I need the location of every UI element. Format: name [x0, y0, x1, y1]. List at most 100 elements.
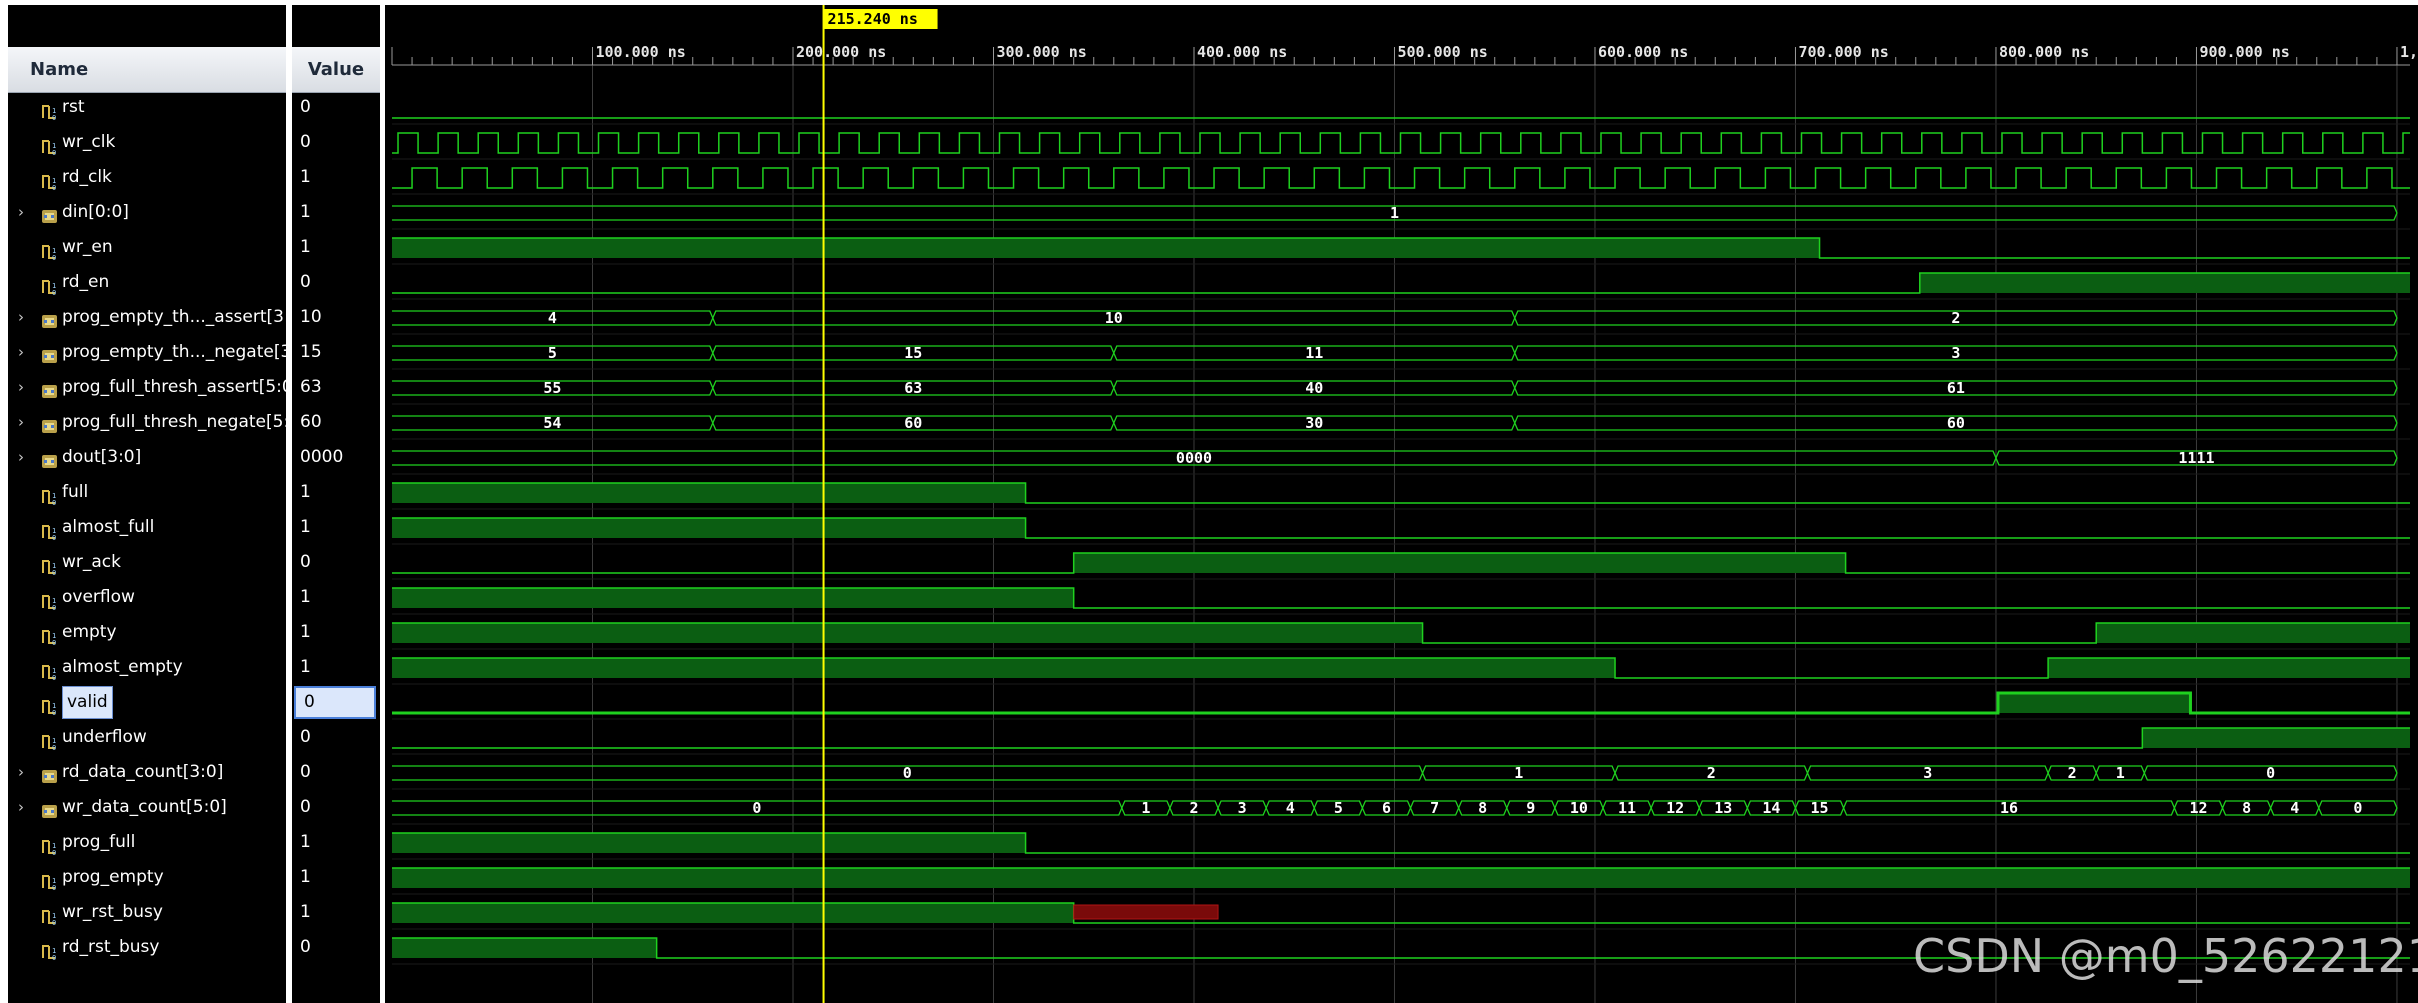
name-column-header[interactable]: Name — [8, 47, 286, 93]
signal-name[interactable]: wr_data_count[5:0] — [62, 790, 227, 825]
signal-name[interactable]: dout[3:0] — [62, 440, 141, 475]
expand-chevron-icon[interactable]: › — [18, 755, 24, 790]
signal-row[interactable]: 1 0 empty — [8, 615, 286, 650]
signal-row[interactable]: 1 0 valid — [8, 685, 286, 720]
signal-name[interactable]: prog_full — [62, 825, 135, 860]
signal-value[interactable]: 0 — [292, 755, 380, 790]
signal-value[interactable]: 0 — [292, 720, 380, 755]
signal-name[interactable]: valid — [62, 686, 113, 719]
signal-value[interactable]: 10 — [292, 300, 380, 335]
signal-name[interactable]: rst — [62, 90, 85, 125]
signal-name[interactable]: almost_full — [62, 510, 154, 545]
bus-value-label: 4 — [548, 309, 557, 327]
signal-name[interactable]: prog_full_thresh_assert[5:0] — [62, 370, 286, 405]
signal-value[interactable]: 63 — [292, 370, 380, 405]
waveform-canvas[interactable]: 100.000 ns 200.000 ns 300.000 ns 400.000 ns… — [385, 5, 2418, 1003]
signal-row[interactable]: 1 0 overflow — [8, 580, 286, 615]
signal-row[interactable]: 1 0 underflow — [8, 720, 286, 755]
signal-row[interactable]: 1 0 wr_rst_busy — [8, 895, 286, 930]
signal-value[interactable]: 60 — [292, 405, 380, 440]
signal-row[interactable]: 1 0 rd_en — [8, 265, 286, 300]
signal-value[interactable]: 1 — [292, 160, 380, 195]
signal-row[interactable]: 1 0 rd_clk — [8, 160, 286, 195]
signal-row[interactable]: 1 0 wr_ack — [8, 545, 286, 580]
signal-name[interactable]: rd_en — [62, 265, 109, 300]
bus-icon — [40, 764, 62, 783]
signal-row[interactable]: › din[0:0] — [8, 195, 286, 230]
expand-chevron-icon[interactable]: › — [18, 335, 24, 370]
signal-value[interactable]: 15 — [292, 335, 380, 370]
signal-name[interactable]: prog_empty — [62, 860, 164, 895]
expand-chevron-icon[interactable]: › — [18, 370, 24, 405]
signal-value[interactable]: 0 — [292, 545, 380, 580]
signal-value[interactable]: 0 — [294, 686, 376, 719]
signal-value[interactable]: 1 — [292, 230, 380, 265]
signal-row[interactable]: 1 0 prog_full — [8, 825, 286, 860]
signal-name[interactable]: underflow — [62, 720, 147, 755]
signal-name[interactable]: rd_clk — [62, 160, 112, 195]
signal-value[interactable]: 1 — [292, 895, 380, 930]
signal-row[interactable]: 1 0 almost_full — [8, 510, 286, 545]
signal-row[interactable]: › prog_full_thresh_assert[5:0] — [8, 370, 286, 405]
signal-row[interactable]: 1 0 rd_rst_busy — [8, 930, 286, 965]
signal-value[interactable]: 0 — [292, 790, 380, 825]
bus-value-label: 9 — [1526, 799, 1535, 817]
signal-row[interactable]: 1 0 prog_empty — [8, 860, 286, 895]
svg-text:0: 0 — [52, 114, 56, 121]
signal-value[interactable]: 1 — [292, 825, 380, 860]
signal-value[interactable]: 1 — [292, 195, 380, 230]
signal-value[interactable]: 1 — [292, 510, 380, 545]
svg-text:0: 0 — [52, 884, 56, 891]
signal-name[interactable]: overflow — [62, 580, 135, 615]
expand-chevron-icon[interactable]: › — [18, 300, 24, 335]
signal-value[interactable]: 1 — [292, 860, 380, 895]
signal-name[interactable]: rd_rst_busy — [62, 930, 159, 965]
signal-name[interactable]: full — [62, 475, 88, 510]
signal-value[interactable]: 0000 — [292, 440, 380, 475]
signal-name[interactable]: prog_empty_th..._negate[3:0] — [62, 335, 286, 370]
signal-row[interactable]: › prog_empty_th..._negate[3:0] — [8, 335, 286, 370]
signal-row[interactable]: › wr_data_count[5:0] — [8, 790, 286, 825]
signal-row[interactable]: 1 0 full — [8, 475, 286, 510]
bus-value-label: 2 — [2068, 764, 2077, 782]
signal-name[interactable]: rd_data_count[3:0] — [62, 755, 223, 790]
signal-row[interactable]: 1 0 wr_clk — [8, 125, 286, 160]
signal-name[interactable]: wr_clk — [62, 125, 115, 160]
signal-name[interactable]: prog_full_thresh_negate[5:0] — [62, 405, 286, 440]
waveform-pane[interactable]: 100.000 ns 200.000 ns 300.000 ns 400.000 ns… — [385, 5, 2418, 1003]
watermark-text: CSDN @m0_52622121 — [1913, 929, 2418, 983]
expand-chevron-icon[interactable]: › — [18, 440, 24, 475]
value-column-header[interactable]: Value — [292, 47, 380, 93]
signal-value[interactable]: 0 — [292, 90, 380, 125]
signal-row[interactable]: 1 0 rst — [8, 90, 286, 125]
signal-name[interactable]: almost_empty — [62, 650, 183, 685]
bus-value-label: 1 — [1390, 204, 1399, 222]
signal-value[interactable]: 0 — [292, 265, 380, 300]
signal-value[interactable]: 1 — [292, 615, 380, 650]
signal-row[interactable]: 1 0 almost_empty — [8, 650, 286, 685]
signal-name[interactable]: wr_ack — [62, 545, 121, 580]
bus-icon — [40, 449, 62, 468]
expand-chevron-icon[interactable]: › — [18, 405, 24, 440]
signal-name[interactable]: wr_en — [62, 230, 113, 265]
bus-value-label: 8 — [1478, 799, 1487, 817]
expand-chevron-icon[interactable]: › — [18, 195, 24, 230]
signal-name[interactable]: din[0:0] — [62, 195, 129, 230]
expand-chevron-icon[interactable]: › — [18, 790, 24, 825]
signal-row[interactable]: 1 0 wr_en — [8, 230, 286, 265]
signal-value[interactable]: 0 — [292, 930, 380, 965]
signal-row[interactable]: › rd_data_count[3:0] — [8, 755, 286, 790]
signal-value[interactable]: 0 — [292, 125, 380, 160]
signal-row[interactable]: › dout[3:0] — [8, 440, 286, 475]
signal-name[interactable]: prog_empty_th..._assert[3:0] — [62, 300, 286, 335]
signal-value[interactable]: 1 — [292, 650, 380, 685]
bus-value-label: 0 — [752, 799, 761, 817]
signal-name[interactable]: empty — [62, 615, 117, 650]
signal-value[interactable]: 1 — [292, 475, 380, 510]
signal-value[interactable]: 1 — [292, 580, 380, 615]
svg-text:0: 0 — [52, 674, 56, 681]
bus-value-label: 4 — [2290, 799, 2299, 817]
signal-row[interactable]: › prog_full_thresh_negate[5:0] — [8, 405, 286, 440]
signal-row[interactable]: › prog_empty_th..._assert[3:0] — [8, 300, 286, 335]
signal-name[interactable]: wr_rst_busy — [62, 895, 163, 930]
